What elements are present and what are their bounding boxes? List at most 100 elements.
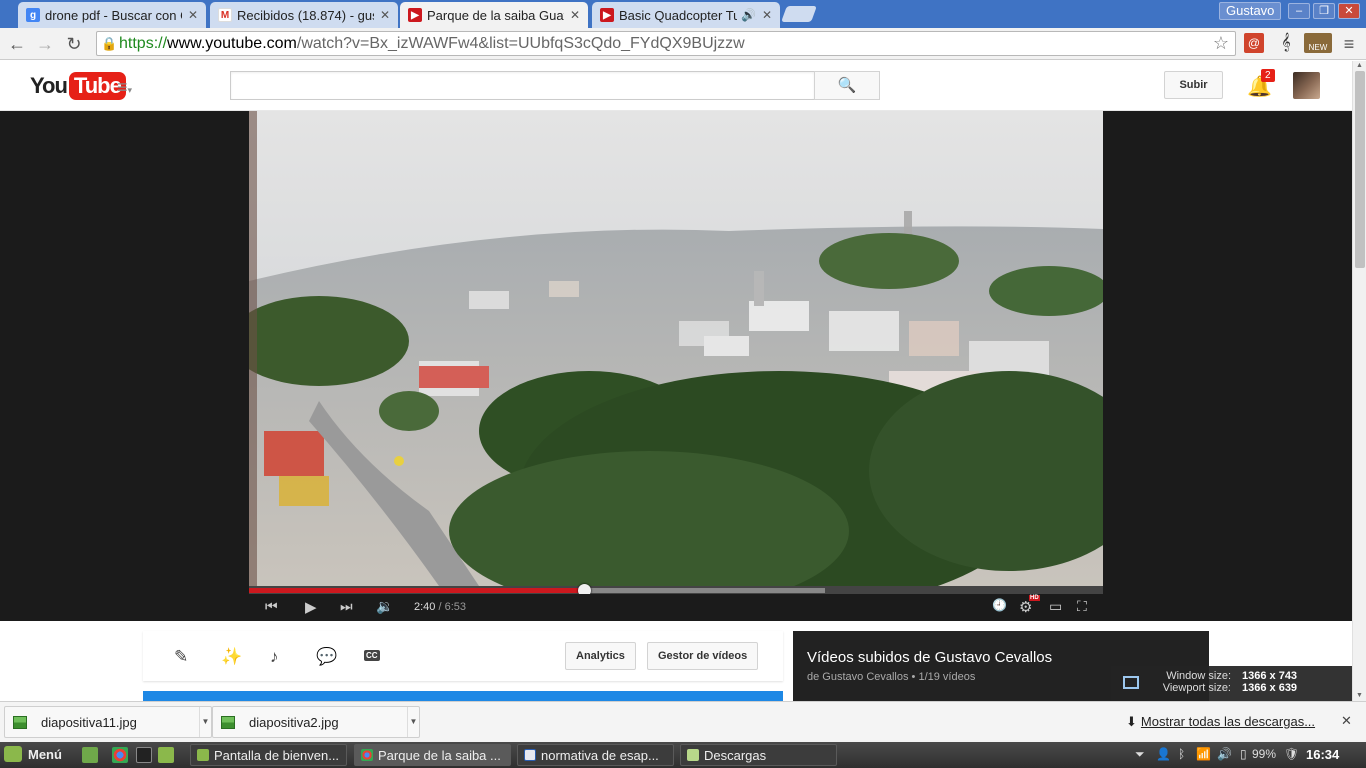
- chrome-menu-icon[interactable]: ≡: [1337, 32, 1361, 56]
- restore-button[interactable]: ❐: [1313, 3, 1335, 19]
- volume-icon[interactable]: 🔉: [376, 598, 393, 615]
- window-size-value: 1366 x 743: [1242, 670, 1298, 682]
- bluetooth-icon[interactable]: ᛒ: [1178, 747, 1185, 761]
- previous-icon[interactable]: ⏮: [265, 598, 278, 615]
- chrome-icon: [361, 749, 373, 761]
- tab-gmail[interactable]: M Recibidos (18.874) - gustavo ✕: [210, 2, 398, 28]
- close-tab-icon[interactable]: ✕: [186, 8, 200, 22]
- window-icon: [1123, 676, 1139, 689]
- battery-percent: 99%: [1252, 747, 1277, 761]
- duration: 6:53: [444, 601, 467, 613]
- play-icon[interactable]: ▶: [305, 598, 317, 616]
- fullscreen-icon[interactable]: ⛶: [1077, 598, 1087, 615]
- upload-button[interactable]: Subir: [1164, 71, 1223, 99]
- scroll-down-icon[interactable]: ▼: [1356, 692, 1363, 699]
- close-tab-icon[interactable]: ✕: [760, 8, 774, 22]
- time-separator: /: [438, 601, 442, 613]
- reload-button[interactable]: ↻: [62, 32, 86, 56]
- hd-badge: HD: [1029, 595, 1040, 601]
- search-button[interactable]: 🔍: [814, 71, 880, 100]
- edit-pencil-icon[interactable]: ✎: [174, 647, 188, 667]
- tray-arrow-icon[interactable]: ⏷: [1135, 747, 1145, 762]
- creator-bar: ✎ ✨ ♪ 💬 CC Analytics Gestor de vídeos: [143, 631, 783, 681]
- shield-icon[interactable]: 🛡: [1284, 747, 1299, 761]
- enhancements-wand-icon[interactable]: ✨: [221, 647, 242, 667]
- forward-button[interactable]: →: [33, 32, 57, 56]
- show-desktop-icon[interactable]: [82, 747, 98, 763]
- battery-icon[interactable]: ▯: [1240, 747, 1247, 761]
- video-frame[interactable]: [249, 111, 1103, 586]
- user-icon[interactable]: 👤: [1156, 747, 1171, 761]
- taskbar-task[interactable]: Pantalla de bienven...: [190, 744, 347, 766]
- terminal-launcher-icon[interactable]: [136, 747, 152, 763]
- close-tab-icon[interactable]: ✕: [568, 8, 582, 22]
- window-size-label: Window size:: [1166, 670, 1231, 682]
- taskbar-task[interactable]: Parque de la saiba ...: [354, 744, 511, 766]
- audio-music-note-icon[interactable]: ♪: [270, 647, 279, 667]
- document-icon: [524, 749, 536, 761]
- account-avatar[interactable]: [1293, 72, 1320, 99]
- new-extension-icon[interactable]: NEW: [1304, 33, 1332, 53]
- search-input[interactable]: [230, 71, 815, 100]
- chevron-down-icon[interactable]: ▼: [407, 707, 419, 737]
- address-bar[interactable]: 🔒 https:// www.youtube.com /watch?v=Bx_i…: [96, 31, 1236, 56]
- email-extension-icon[interactable]: @: [1244, 33, 1264, 53]
- volume-tray-icon[interactable]: 🔊: [1217, 747, 1232, 761]
- download-item[interactable]: diapositiva11.jpg ▼: [4, 706, 212, 738]
- video-progress-bar[interactable]: [249, 584, 1103, 597]
- clock: 16:34: [1306, 747, 1340, 762]
- tab-google-search[interactable]: g drone pdf - Buscar con Google ✕: [18, 2, 206, 28]
- browser-toolbar: ← → ↻ 🔒 https:// www.youtube.com /watch?…: [0, 28, 1366, 60]
- download-filename: diapositiva2.jpg: [249, 714, 339, 730]
- youtube-logo[interactable]: You Tube: [30, 71, 126, 101]
- files-launcher-icon[interactable]: [158, 747, 174, 763]
- tab-youtube-parque[interactable]: ▶ Parque de la saiba Guayaquil ✕: [400, 2, 588, 28]
- minimize-button[interactable]: –: [1288, 3, 1310, 19]
- mint-logo-icon: [4, 746, 22, 762]
- scrollbar-thumb[interactable]: [1355, 71, 1365, 268]
- page-scrollbar[interactable]: ▲ ▼: [1352, 61, 1366, 701]
- google-icon: g: [26, 8, 40, 22]
- url-host: www.youtube.com: [167, 34, 297, 52]
- back-button[interactable]: ←: [5, 32, 29, 56]
- viewport-size-label: Viewport size:: [1162, 682, 1231, 694]
- player-controls: ⏮ ▶ ⏭ 🔉 2:40 / 6:53 🕘 ⚙ HD ▭ ⛶: [249, 594, 1103, 621]
- new-tab-button[interactable]: [781, 6, 817, 22]
- os-taskbar: Menú Pantalla de bienven... Parque de la…: [0, 742, 1366, 768]
- tab-title: drone pdf - Buscar con Google: [45, 7, 182, 23]
- bookmark-star-icon[interactable]: ☆: [1213, 33, 1229, 54]
- start-menu-button[interactable]: Menú: [4, 746, 62, 762]
- taskbar-task[interactable]: Descargas: [680, 744, 837, 766]
- video-manager-button[interactable]: Gestor de vídeos: [647, 642, 759, 670]
- tab-youtube-quadcopter[interactable]: ▶ Basic Quadcopter Tutorial 🔊 ✕: [592, 2, 780, 28]
- wifi-icon[interactable]: 📶: [1196, 747, 1211, 761]
- close-window-button[interactable]: ✕: [1338, 3, 1360, 19]
- youtube-icon: ▶: [600, 8, 614, 22]
- show-all-downloads-link[interactable]: Mostrar todas las descargas...: [1141, 714, 1315, 729]
- show-all-downloads[interactable]: ⬇ Mostrar todas las descargas...: [1126, 714, 1315, 730]
- scroll-up-icon[interactable]: ▲: [1356, 62, 1363, 69]
- theater-mode-icon[interactable]: ▭: [1049, 598, 1062, 615]
- close-shelf-icon[interactable]: ✕: [1341, 713, 1352, 729]
- url-path: /watch?v=Bx_izWAWFw4&list=UUbfqS3cQdo_FY…: [296, 34, 745, 52]
- taskbar-task[interactable]: normativa de esap...: [517, 744, 674, 766]
- viewport-size-value: 1366 x 639: [1242, 682, 1298, 694]
- download-item[interactable]: diapositiva2.jpg ▼: [212, 706, 420, 738]
- clef-extension-icon[interactable]: 𝄞: [1276, 33, 1296, 53]
- annotations-comment-icon[interactable]: 💬: [316, 647, 337, 667]
- search-icon: 🔍: [837, 77, 857, 94]
- playlist-title[interactable]: Vídeos subidos de Gustavo Cevallos: [807, 649, 1052, 666]
- captions-cc-icon[interactable]: CC: [364, 650, 380, 661]
- close-tab-icon[interactable]: ✕: [378, 8, 392, 22]
- analytics-button[interactable]: Analytics: [565, 642, 636, 670]
- menu-label: Menú: [28, 746, 62, 762]
- youtube-header: You Tube ≡▾ 🔍 Subir 🔔 2: [0, 61, 1352, 111]
- watch-later-icon[interactable]: 🕘: [992, 598, 1007, 612]
- chevron-down-icon[interactable]: ▼: [199, 707, 211, 737]
- profile-button[interactable]: Gustavo: [1219, 2, 1282, 20]
- guide-menu-icon[interactable]: ≡▾: [117, 77, 132, 98]
- next-icon[interactable]: ⏭: [340, 598, 353, 615]
- playlist-subtitle: de Gustavo Cevallos • 1/19 vídeos: [807, 671, 976, 683]
- chrome-launcher-icon[interactable]: [112, 747, 128, 763]
- welcome-app-icon: [197, 749, 209, 761]
